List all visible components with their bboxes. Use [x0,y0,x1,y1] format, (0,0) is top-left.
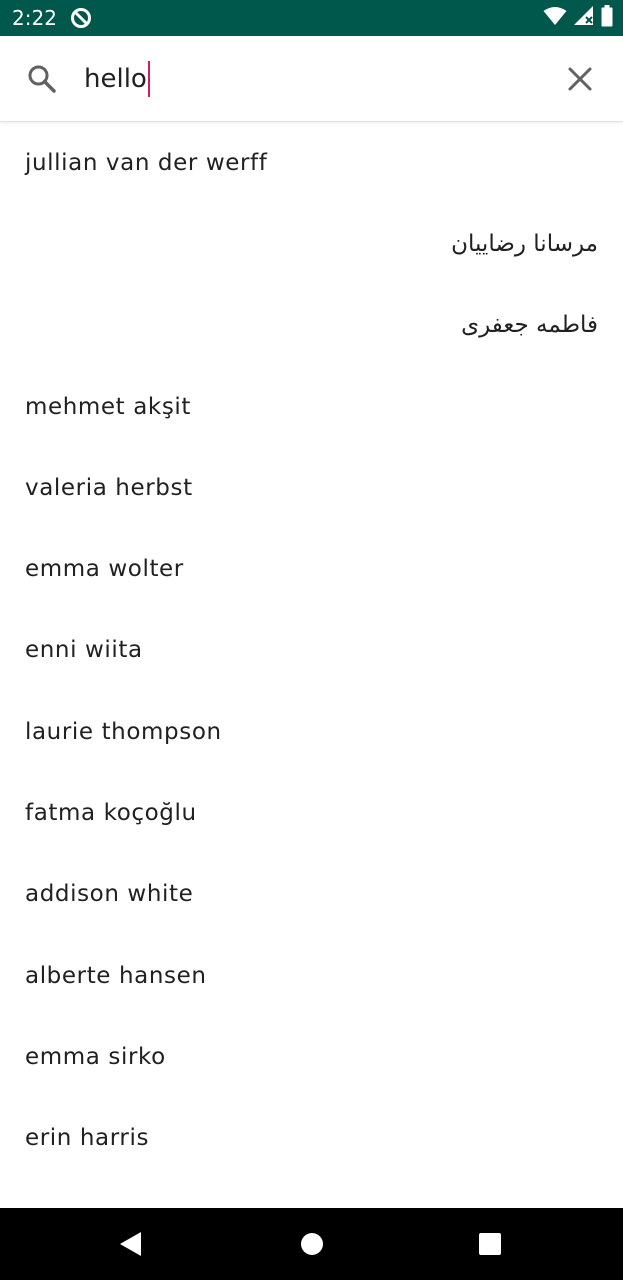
list-item-label: emma sirko [25,1043,166,1070]
list-item[interactable]: mehmet akşit [0,366,623,447]
text-cursor [147,61,150,97]
close-icon[interactable] [562,61,598,97]
list-item-label: addison white [25,881,194,908]
navigation-bar [0,1208,623,1280]
do-not-disturb-icon [70,7,92,29]
back-icon[interactable] [114,1228,146,1260]
signal-icon [573,5,595,31]
battery-icon [601,4,613,32]
wifi-icon [543,6,567,31]
recents-icon[interactable] [474,1228,506,1260]
home-icon[interactable] [296,1228,328,1260]
list-item-label: valeria herbst [25,474,193,501]
status-time: 2:22 [12,6,57,30]
status-icons [543,4,613,32]
list-item-label: مرسانا رضاییان [451,230,598,257]
list-item[interactable]: jullian van der werff [0,122,623,203]
list-item-label: laurie thompson [25,718,222,745]
list-item[interactable]: مرسانا رضاییان [0,203,623,284]
list-item[interactable]: emma wolter [0,528,623,609]
list-item-label: jullian van der werff [25,149,268,176]
search-icon[interactable] [26,63,58,95]
status-bar: 2:22 [0,0,623,36]
list-item[interactable]: alberte hansen [0,935,623,1016]
list-item[interactable]: valeria herbst [0,447,623,528]
list-item[interactable]: enni wiita [0,610,623,691]
list-item[interactable]: laurie thompson [0,691,623,772]
list-item[interactable]: erin harris [0,1098,623,1179]
list-item-label: emma wolter [25,556,184,583]
list-item[interactable]: fatma koçoğlu [0,772,623,853]
search-input[interactable]: hello [84,58,150,100]
list-item-label: fatma koçoğlu [25,800,197,827]
list-item-label: فاطمه جعفری [461,312,598,339]
list-item-label: enni wiita [25,637,143,664]
list-item[interactable]: فاطمه جعفری [0,285,623,366]
list-item-label: alberte hansen [25,962,207,989]
search-bar: hello [0,36,623,122]
list-item[interactable]: emma sirko [0,1016,623,1097]
list-item[interactable]: addison white [0,854,623,935]
list-item-label: erin harris [25,1125,150,1152]
results-list: jullian van der werff مرسانا رضاییان فاط… [0,122,623,1179]
search-query[interactable]: hello [84,58,147,100]
list-item-label: mehmet akşit [25,393,192,420]
